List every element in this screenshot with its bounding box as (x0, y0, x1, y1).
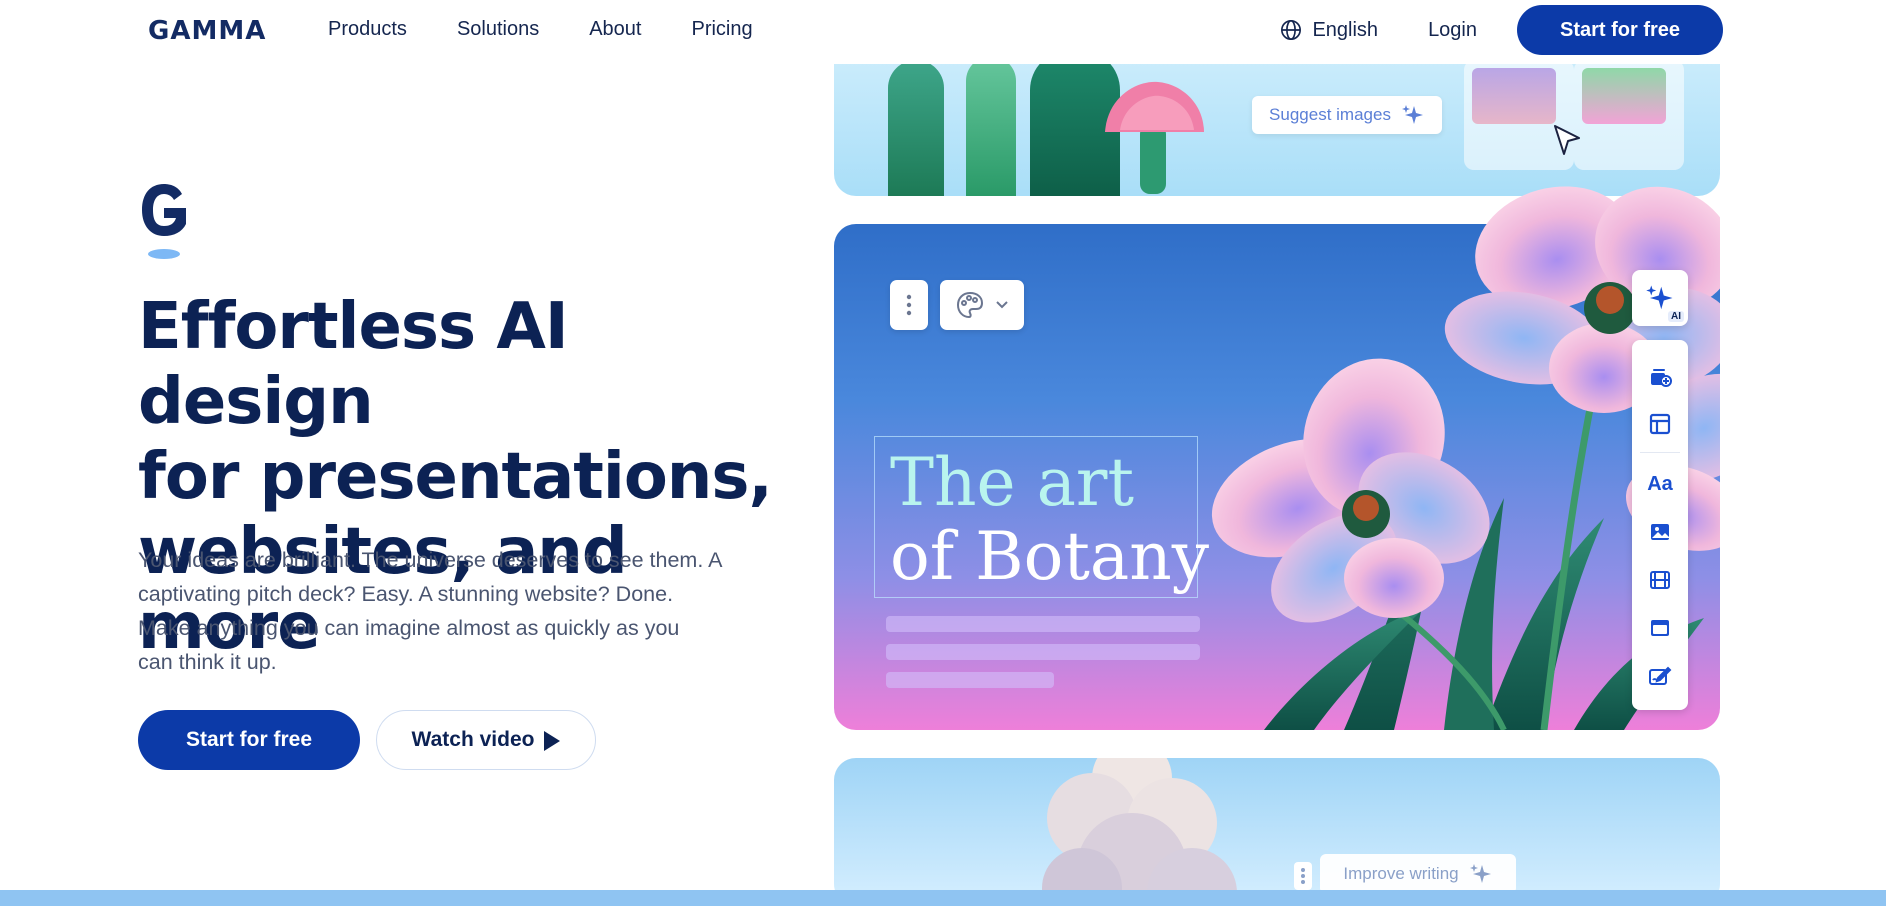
toolbar-divider (1640, 452, 1680, 453)
edit-icon (1649, 666, 1672, 685)
palette-icon (956, 291, 984, 319)
improve-writing-button[interactable]: Improve writing (1320, 854, 1516, 894)
nav-start-free-button[interactable]: Start for free (1517, 5, 1723, 55)
embed-tool[interactable] (1648, 616, 1672, 640)
main-preview-card: The art of Botany AI Aa (834, 186, 1720, 730)
ai-badge: AI (1668, 311, 1684, 322)
layout-tool[interactable] (1648, 412, 1672, 436)
nav-link-solutions[interactable]: Solutions (457, 18, 539, 41)
nav-link-about[interactable]: About (589, 18, 641, 41)
suggest-images-label: Suggest images (1269, 105, 1391, 124)
mushroom-thumbnail-image (1472, 68, 1556, 124)
hero-subtitle-line: Make anything you can imagine almost as … (138, 616, 680, 640)
mushroom-decoration (1105, 81, 1204, 194)
image-thumbnail[interactable] (1574, 60, 1684, 170)
text-tool[interactable]: Aa (1647, 472, 1673, 496)
theme-dropdown-button[interactable] (940, 280, 1024, 330)
hero-title-line: Effortless AI design (138, 290, 569, 439)
hero-start-free-button[interactable]: Start for free (138, 710, 360, 770)
nav-right: English Login Start for free (1280, 5, 1723, 55)
more-options-button[interactable] (1294, 862, 1312, 890)
nav-link-products[interactable]: Products (328, 18, 407, 41)
hero-subtitle-line: Your ideas are brilliant. The universe d… (138, 548, 723, 572)
card-side-toolbar: Aa (1632, 340, 1688, 710)
image-icon (1651, 524, 1669, 540)
cloud-decoration (1042, 758, 1237, 906)
hero-buttons: Start for free Watch video (138, 710, 596, 770)
cursor-arrow-icon (1554, 125, 1580, 155)
more-options-button[interactable] (890, 280, 928, 330)
language-label: English (1312, 18, 1379, 41)
improve-writing-label: Improve writing (1343, 864, 1459, 883)
top-navigation: GAMMA Products Solutions About Pricing E… (0, 0, 1886, 64)
add-card-tool[interactable] (1648, 364, 1672, 388)
mushroom-thumbnail-image (1582, 68, 1666, 124)
hero-subtitle: Your ideas are brilliant. The universe d… (138, 543, 788, 679)
watch-video-button[interactable]: Watch video (376, 710, 596, 770)
nav-link-pricing[interactable]: Pricing (691, 18, 752, 41)
image-tool[interactable] (1648, 520, 1672, 544)
text-placeholder-bar (886, 672, 1054, 688)
green-pillar-decoration (966, 56, 1016, 196)
globe-icon (1281, 20, 1302, 40)
language-selector[interactable]: English (1280, 19, 1378, 42)
login-link[interactable]: Login (1428, 19, 1477, 42)
watch-video-label: Watch video (411, 728, 535, 751)
ai-assistant-button[interactable]: AI (1632, 270, 1688, 326)
video-tool[interactable] (1648, 568, 1672, 592)
chevron-down-icon (996, 301, 1008, 309)
suggest-images-button[interactable]: Suggest images (1252, 96, 1442, 134)
embed-icon (1651, 620, 1669, 636)
page-bottom-strip (0, 890, 1886, 906)
more-vertical-icon (1301, 868, 1305, 884)
nav-links: Products Solutions About Pricing (328, 18, 753, 41)
video-icon (1650, 571, 1670, 589)
bottom-preview-card: Improve writing (834, 758, 1720, 906)
hero-subtitle-line: can think it up. (138, 650, 277, 674)
green-pillar-decoration (888, 60, 944, 196)
more-vertical-icon (906, 294, 912, 316)
sparkle-icon (1646, 285, 1673, 310)
gamma-g-mark-icon (142, 184, 186, 259)
add-card-icon (1651, 369, 1672, 387)
edit-tool[interactable] (1648, 664, 1672, 688)
hero-subtitle-line: captivating pitch deck? Easy. A stunning… (138, 582, 674, 606)
sparkle-icon (1401, 105, 1423, 124)
layout-icon (1649, 413, 1671, 435)
gamma-logo[interactable]: GAMMA (148, 16, 266, 46)
play-icon (544, 731, 561, 751)
hero-title-line: for presentations, (138, 440, 773, 514)
sparkle-icon (1469, 864, 1491, 883)
